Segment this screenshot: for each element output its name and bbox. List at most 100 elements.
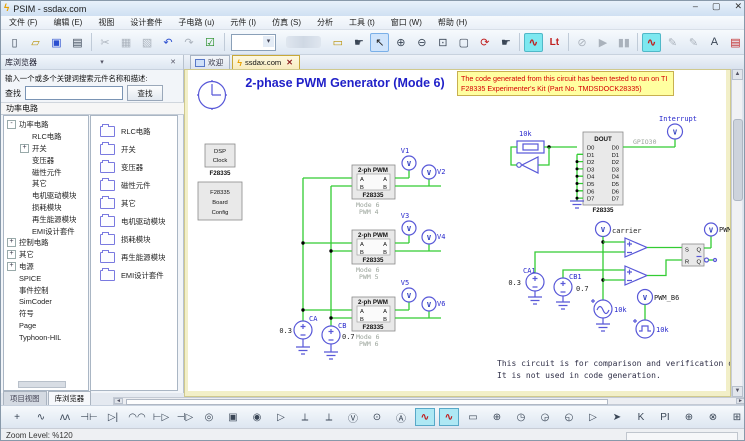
script-editor-2-icon[interactable]: ✎ [684, 33, 703, 52]
tree-item[interactable]: 电机驱动模块 [4, 190, 88, 202]
inductor-icon[interactable]: ◠◠ [127, 408, 147, 426]
tree-item[interactable]: SimCoder [4, 296, 88, 308]
tree-expander-icon[interactable]: + [7, 250, 16, 259]
tree-item[interactable]: - 功率电路 [4, 119, 88, 131]
toolbar-combobox[interactable]: ▾ [231, 34, 276, 51]
tree-item[interactable]: EMI设计套件 [4, 225, 88, 237]
menu-item-utilities[interactable]: 工具 (t) [341, 16, 383, 29]
hand-tool-icon[interactable]: ☛ [349, 33, 368, 52]
tree-item[interactable]: 其它 [4, 178, 88, 190]
scope-icon[interactable]: ∿ [415, 408, 435, 426]
transformer-2-icon[interactable]: ▣ [223, 408, 243, 426]
paste-icon[interactable]: ▧ [138, 33, 157, 52]
folder-item[interactable]: 其它 [100, 194, 177, 212]
category-header[interactable]: 功率电路 [1, 102, 184, 115]
capacitor-icon[interactable]: ⊣⊢ [79, 408, 99, 426]
dout-block[interactable]: DOUT D0D0 D1D1 D2D2 D3D3 D4D4 D5D5 D6D6 … [570, 132, 623, 214]
schematic-canvas[interactable]: 2-phase PWM Generator (Mode 6) The code … [184, 69, 731, 397]
vscroll-thumb[interactable] [733, 119, 743, 201]
opamp-icon[interactable]: ▷ [271, 408, 291, 426]
mult-block-icon[interactable]: ⊗ [703, 408, 723, 426]
comparator-1[interactable] [535, 238, 682, 273]
panel-close-icon[interactable]: ✕ [167, 58, 179, 66]
copy-icon[interactable]: ▦ [117, 33, 136, 52]
transformer-icon[interactable]: ◎ [199, 408, 219, 426]
menu-item-window[interactable]: 窗口 (W) [383, 16, 430, 29]
cut-icon[interactable]: ✂ [96, 33, 115, 52]
sum-block-icon[interactable]: ⊕ [679, 408, 699, 426]
tree-item[interactable]: SPICE [4, 272, 88, 284]
menu-item-elements[interactable]: 元件 (I) [222, 16, 264, 29]
wire-label-icon[interactable]: ▭ [328, 33, 347, 52]
folder-item[interactable]: 电机驱动模块 [100, 212, 177, 230]
current-probe-icon[interactable]: Ⓐ [391, 408, 411, 426]
canvas-horizontal-scrollbar[interactable]: ◄ ► [113, 397, 745, 405]
folder-item[interactable]: 损耗模块 [100, 230, 177, 248]
scroll-left-icon[interactable]: ◄ [114, 398, 123, 404]
menu-item-file[interactable]: 文件 (F) [1, 16, 45, 29]
tree-item[interactable]: 事件控制 [4, 284, 88, 296]
ground-icon[interactable]: ⟂ [295, 408, 315, 426]
dc-source-ca1[interactable]: CA1 0.3 [508, 267, 544, 304]
zoom-window-icon[interactable]: ⊡ [433, 33, 452, 52]
scope-2-icon[interactable]: ∿ [439, 408, 459, 426]
tree-item[interactable]: 符号 [4, 308, 88, 320]
folder-item[interactable]: 开关 [100, 140, 177, 158]
new-file-icon[interactable]: ▯ [5, 33, 24, 52]
resistor-icon[interactable]: ʌʌ [55, 408, 75, 426]
scroll-up-icon[interactable]: ▲ [732, 69, 743, 80]
voltage-probe-icon[interactable]: Ⓥ [343, 408, 363, 426]
script-editor-icon[interactable]: ✎ [663, 33, 682, 52]
zoom-in-icon[interactable]: ⊕ [391, 33, 410, 52]
menu-item-help[interactable]: 帮助 (H) [430, 16, 475, 29]
canvas-vertical-scrollbar[interactable]: ▲ ▼ [731, 69, 742, 397]
tree-expander-icon[interactable]: + [20, 144, 29, 153]
tree-item[interactable]: Page [4, 320, 88, 332]
mosfet-icon[interactable]: ⊣▷ [175, 408, 195, 426]
search-input[interactable] [25, 86, 123, 100]
tree-item[interactable]: Typhoon-HIL [4, 331, 88, 343]
sr-flipflop-block[interactable]: S Q R Q [682, 236, 717, 266]
pi-block-icon[interactable]: PI [655, 408, 675, 426]
close-button[interactable]: ✕ [734, 1, 742, 12]
sine-source-icon[interactable]: ∿ [31, 408, 51, 426]
pwm-block-3[interactable]: 2-ph PWM AA BB F28335 Mode 6 PWM 6 V V V… [352, 279, 445, 348]
find-button[interactable]: 查找 [127, 85, 163, 101]
diode-icon[interactable]: ▷| [103, 408, 123, 426]
vsin-source-icon[interactable]: ◷ [511, 408, 531, 426]
text-tool-icon[interactable]: A [705, 33, 724, 52]
pwm-block-2[interactable]: 2-ph PWM AA BB F28335 Mode 6 PWM 5 V V V… [352, 212, 445, 281]
pan-icon[interactable]: ☛ [496, 33, 515, 52]
ground-2-icon[interactable]: ⟂ [319, 408, 339, 426]
tree-item[interactable]: 变压器 [4, 154, 88, 166]
sidebar-tab[interactable]: 库浏览器 [48, 391, 92, 405]
oscillator-circuit[interactable]: 10k [511, 130, 577, 173]
menu-item-analysis[interactable]: 分析 [309, 16, 341, 29]
coupled-inductor-icon[interactable]: ◉ [247, 408, 267, 426]
tree-item[interactable]: + 控制电路 [4, 237, 88, 249]
stop-simulation-icon[interactable]: ⊘ [572, 33, 591, 52]
menu-item-subcircuit[interactable]: 子电路 (u) [170, 16, 222, 29]
vdc-source-icon[interactable]: ⊕ [487, 408, 507, 426]
view-waveform-icon[interactable]: ∿ [642, 33, 661, 52]
print-icon[interactable]: ▤ [68, 33, 87, 52]
tree-item[interactable]: 磁性元件 [4, 166, 88, 178]
vtri-source-icon[interactable]: ◵ [559, 408, 579, 426]
undo-icon[interactable]: ↶ [159, 33, 178, 52]
vsq-source-icon[interactable]: ◶ [535, 408, 555, 426]
tree-item[interactable]: 再生能源模块 [4, 213, 88, 225]
minimize-button[interactable]: – [693, 1, 698, 12]
tree-expander-icon[interactable]: - [7, 120, 16, 129]
menu-item-edit[interactable]: 编辑 (E) [45, 16, 90, 29]
scroll-down-icon[interactable]: ▼ [732, 386, 743, 397]
folder-item[interactable]: 变压器 [100, 158, 177, 176]
dsp-clock-block[interactable]: DSP Clock F28335 [205, 144, 235, 177]
dc-source-ca[interactable]: CA 0.3 [279, 315, 318, 354]
element-help-icon[interactable]: ▤ [726, 33, 745, 52]
mux-block-icon[interactable]: ⊞ [727, 408, 745, 426]
menu-item-simulate[interactable]: 仿真 (S) [264, 16, 309, 29]
tree-item[interactable]: + 开关 [4, 143, 88, 155]
zoom-fit-icon[interactable]: ▢ [454, 33, 473, 52]
tree-scrollbar[interactable] [18, 381, 66, 388]
wire-tool-icon[interactable]: + [7, 408, 27, 426]
